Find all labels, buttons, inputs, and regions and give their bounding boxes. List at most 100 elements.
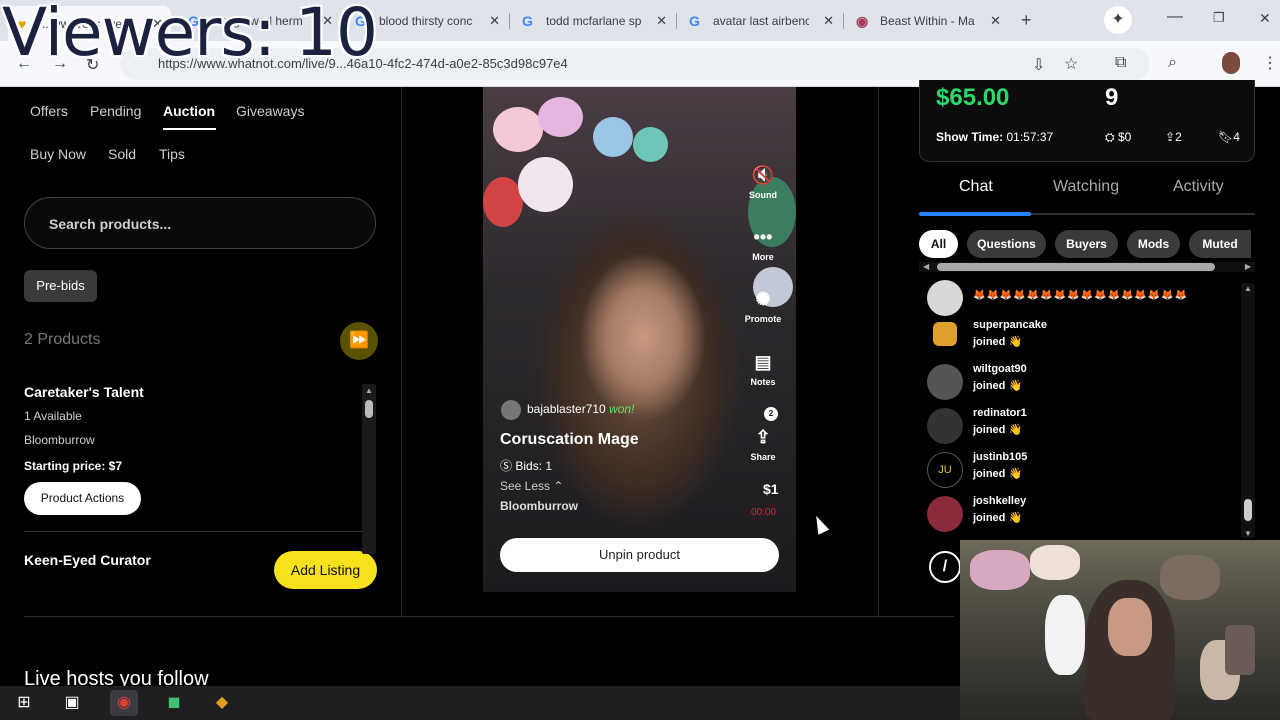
promote-button[interactable]: ✺ Promote bbox=[738, 289, 788, 324]
chrome-icon[interactable]: ◉ bbox=[110, 690, 138, 716]
gemini-icon[interactable]: ✦ bbox=[1104, 6, 1132, 34]
product-actions-button[interactable]: Product Actions bbox=[24, 482, 141, 515]
avatar bbox=[927, 496, 963, 532]
search-products-input[interactable]: Search products... bbox=[24, 197, 376, 249]
filter-mods[interactable]: Mods bbox=[1127, 230, 1180, 258]
close-window-icon[interactable]: ✕ bbox=[1259, 10, 1271, 27]
filter-buyers[interactable]: Buyers bbox=[1055, 230, 1118, 258]
bookmarks-value: 4 bbox=[1233, 130, 1240, 144]
active-tab-indicator bbox=[919, 212, 1031, 216]
bluestacks-icon[interactable]: ◆ bbox=[208, 690, 236, 716]
close-tab-icon[interactable]: ✕ bbox=[489, 13, 500, 29]
scrollbar-thumb[interactable] bbox=[365, 400, 373, 418]
product-set: Bloomburrow bbox=[24, 433, 95, 447]
filter-muted[interactable]: Muted bbox=[1189, 230, 1251, 258]
bookmark-star-icon[interactable]: ☆ bbox=[1064, 54, 1078, 74]
products-scrollbar[interactable]: ▲ bbox=[362, 384, 376, 554]
game-app-icon[interactable]: ◼ bbox=[160, 690, 188, 716]
avatar bbox=[927, 364, 963, 400]
auction-timer: 00:00 bbox=[751, 507, 777, 518]
winner-avatar bbox=[501, 400, 521, 420]
tab-pending[interactable]: Pending bbox=[90, 103, 141, 119]
winner-banner: bajablaster710 won! bbox=[501, 400, 634, 420]
plush-toy bbox=[493, 107, 543, 152]
product-starting-price: Starting price: $7 bbox=[24, 459, 123, 473]
extensions-icon[interactable]: ⧉ bbox=[1115, 54, 1126, 72]
tips-stat: ⛭ $0 bbox=[1105, 130, 1131, 145]
chat-text: joined 👋 bbox=[973, 468, 1023, 480]
scroll-down-icon[interactable]: ▼ bbox=[1244, 529, 1252, 538]
add-listing-button[interactable]: Add Listing bbox=[274, 551, 377, 589]
scroll-left-icon[interactable]: ◀ bbox=[923, 262, 929, 271]
tab-chat[interactable]: Chat bbox=[959, 178, 993, 196]
scroll-up-icon[interactable]: ▲ bbox=[1244, 284, 1252, 293]
scrollbar-thumb[interactable] bbox=[1244, 499, 1252, 521]
windows-start-icon[interactable]: ⊞ bbox=[10, 690, 38, 716]
filter-questions[interactable]: Questions bbox=[967, 230, 1046, 258]
chat-username: redinator1 bbox=[973, 407, 1027, 419]
more-button[interactable]: ••• More bbox=[738, 227, 788, 262]
site-favicon-icon: ◉ bbox=[856, 12, 869, 29]
tab-title: Beast Within - Ma bbox=[880, 14, 975, 28]
chat-username: superpancake bbox=[973, 319, 1047, 331]
chat-username: justinb105 bbox=[973, 451, 1028, 463]
prebids-button[interactable]: Pre-bids bbox=[24, 270, 97, 302]
scrollbar-thumb[interactable] bbox=[937, 263, 1215, 271]
chat-text: joined 👋 bbox=[973, 336, 1023, 348]
chat-scrollbar[interactable]: ▲ ▼ bbox=[1241, 283, 1255, 538]
tab-buy-now[interactable]: Buy Now bbox=[30, 146, 86, 162]
close-tab-icon[interactable]: ✕ bbox=[990, 13, 1001, 29]
tab-offers[interactable]: Offers bbox=[30, 103, 68, 119]
tab-auction[interactable]: Auction bbox=[163, 103, 215, 119]
restore-icon[interactable]: ❐ bbox=[1213, 10, 1225, 26]
close-tab-icon[interactable]: ✕ bbox=[823, 13, 834, 29]
avatar: JU bbox=[927, 452, 963, 488]
more-label: More bbox=[752, 252, 774, 262]
tab-tips[interactable]: Tips bbox=[159, 146, 185, 162]
product-availability: 1 Available bbox=[24, 409, 82, 423]
filter-all[interactable]: All bbox=[919, 230, 958, 258]
plush-toy bbox=[1045, 595, 1085, 675]
scroll-right-icon[interactable]: ▶ bbox=[1245, 262, 1251, 271]
scroll-up-icon[interactable]: ▲ bbox=[365, 386, 373, 395]
google-icon: G bbox=[522, 13, 533, 29]
section-divider bbox=[24, 616, 954, 617]
tab-giveaways[interactable]: Giveaways bbox=[236, 103, 304, 119]
tab-search-icon[interactable]: ⌕ bbox=[1168, 54, 1177, 72]
tab-watching[interactable]: Watching bbox=[1053, 178, 1119, 196]
profile-avatar[interactable] bbox=[1222, 52, 1240, 74]
winner-status: won! bbox=[609, 402, 635, 417]
tab-beast-within[interactable]: ◉ Beast Within - Ma ✕ bbox=[846, 8, 1009, 34]
share-label: Share bbox=[750, 452, 776, 462]
share-button[interactable]: ⇪ Share bbox=[738, 427, 788, 462]
plush-toy bbox=[538, 97, 583, 137]
windows-taskbar: ⊞ ▣ ◉ ◼ ◆ bbox=[0, 686, 960, 720]
tab-title: avatar last airbenc bbox=[713, 14, 809, 28]
unpin-product-button[interactable]: Unpin product bbox=[500, 538, 779, 572]
close-tab-icon[interactable]: ✕ bbox=[656, 13, 667, 29]
live-video[interactable]: 🔇 Sound ••• More ✺ Promote ▤ Notes 2 ⇪ Share … bbox=[483, 87, 796, 592]
see-less-toggle[interactable]: See Less ⌃ bbox=[500, 479, 563, 493]
tab-sold[interactable]: Sold bbox=[108, 146, 136, 162]
new-tab-icon[interactable]: + bbox=[1021, 10, 1032, 31]
filters-scrollbar[interactable]: ◀ ▶ bbox=[919, 262, 1255, 272]
sound-off-icon: 🔇 bbox=[751, 165, 775, 185]
command-button[interactable]: / bbox=[929, 551, 961, 583]
product-count: 2 Products bbox=[24, 331, 101, 348]
task-view-icon[interactable]: ▣ bbox=[58, 690, 86, 716]
tab-activity[interactable]: Activity bbox=[1173, 178, 1224, 196]
tab-google-search[interactable]: G todd mcfarlane sp ✕ bbox=[512, 8, 675, 34]
sound-button[interactable]: 🔇 Sound bbox=[738, 165, 788, 200]
see-less-label: See Less bbox=[500, 479, 551, 493]
menu-icon[interactable]: ⋮ bbox=[1262, 53, 1278, 73]
plush-toy bbox=[518, 157, 573, 212]
total-sales: $65.00 bbox=[936, 84, 1010, 111]
fast-forward-icon[interactable]: ⏩ bbox=[340, 322, 378, 360]
install-app-icon[interactable]: ⇩ bbox=[1032, 55, 1045, 75]
tab-google-search[interactable]: G avatar last airbenc ✕ bbox=[679, 8, 842, 34]
tips-value: $0 bbox=[1117, 130, 1132, 144]
avatar bbox=[927, 280, 963, 316]
shelf bbox=[1160, 555, 1220, 600]
notes-button[interactable]: ▤ Notes bbox=[738, 352, 788, 387]
minimize-icon[interactable]: — bbox=[1167, 8, 1183, 26]
